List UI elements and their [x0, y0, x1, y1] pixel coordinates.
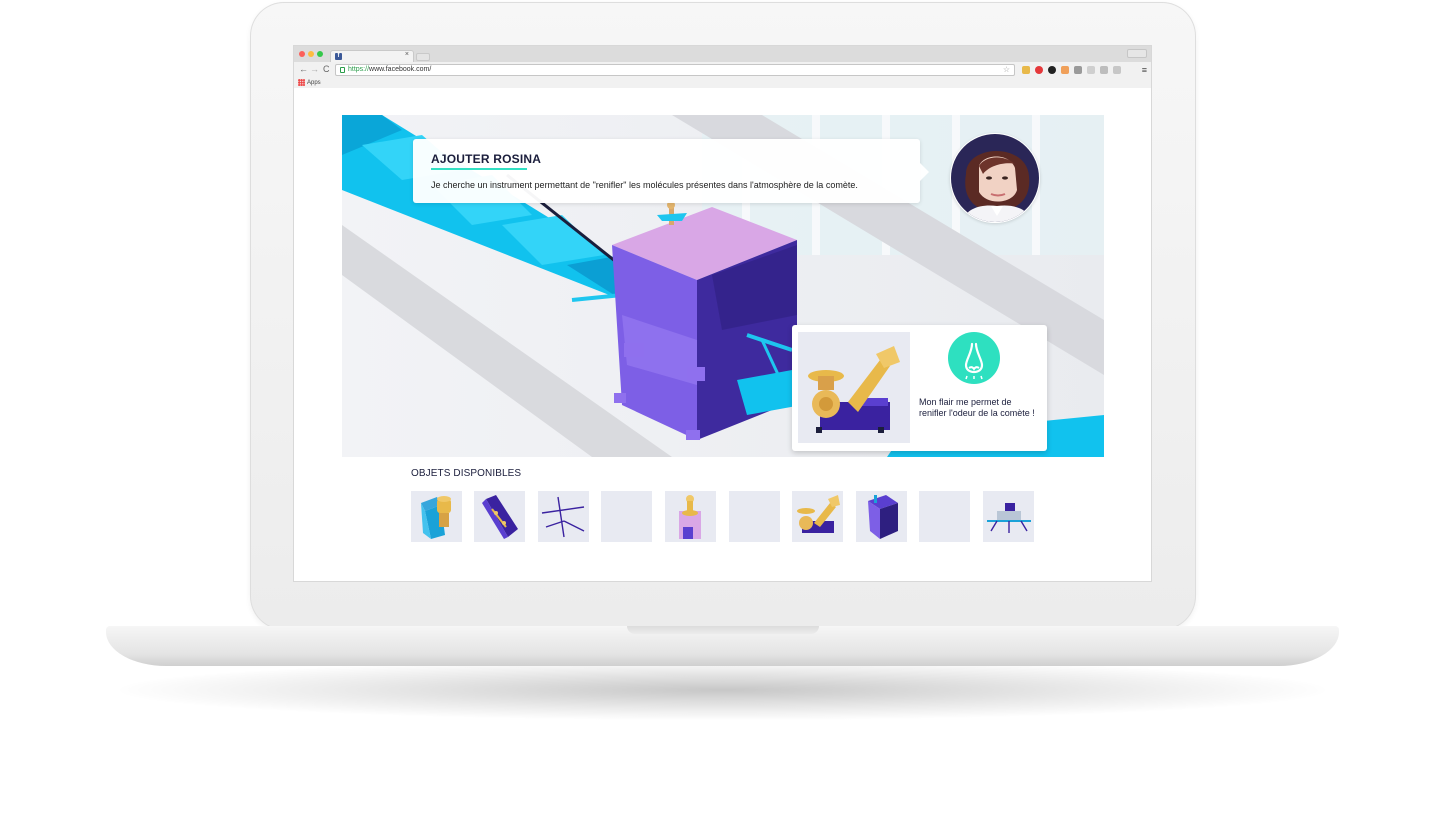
laptop-shadow [120, 660, 1325, 720]
apps-bookmark[interactable]: Apps [307, 78, 321, 88]
url-scheme: https:// [348, 66, 370, 73]
purple-box-icon [868, 495, 898, 539]
address-text: https://www.facebook.com/ [348, 65, 431, 75]
game-scene: AJOUTER ROSINA Je cherche un instrument … [342, 115, 1104, 457]
dialog-title: AJOUTER ROSINA [431, 152, 542, 166]
bookmarks-bar: Apps [294, 78, 1151, 88]
forward-button[interactable]: → [310, 64, 319, 75]
reload-button[interactable]: C [323, 64, 330, 75]
objects-tray [411, 491, 1034, 543]
menu-icon[interactable]: ≡ [1142, 65, 1147, 75]
facebook-favicon-icon: f [335, 53, 342, 60]
scientist-avatar [950, 133, 1040, 223]
gold-sensor-icon [797, 495, 840, 533]
antenna-icon [541, 496, 585, 538]
nose-icon [948, 332, 1000, 384]
laptop-notch [627, 626, 819, 634]
navigation-bar: ← → C https://www.facebook.com/ ☆ ≡ [294, 62, 1151, 78]
minimize-window-button[interactable] [308, 51, 314, 57]
instrument-info-card: Mon flair me permet de renifler l'odeur … [792, 325, 1047, 451]
object-slot-9[interactable] [919, 491, 970, 542]
object-slot-1[interactable] [411, 491, 462, 542]
pink-instrument-icon [679, 495, 701, 539]
tab-close-icon[interactable]: × [405, 51, 409, 58]
address-bar[interactable]: https://www.facebook.com/ ☆ [335, 64, 1015, 76]
tab-bar: f × [294, 46, 1151, 62]
lander-icon [987, 503, 1031, 533]
extension-icon[interactable] [1022, 66, 1030, 74]
new-tab-button[interactable] [416, 53, 430, 61]
browser-tab[interactable]: f × [330, 50, 414, 62]
maximize-window-button[interactable] [317, 51, 323, 57]
object-slot-5[interactable] [665, 491, 716, 542]
dialog-title-underline [431, 168, 527, 170]
instrument-thumbnail [798, 332, 910, 443]
object-slot-4[interactable] [601, 491, 652, 542]
object-slot-8[interactable] [856, 491, 907, 542]
object-slot-6[interactable] [729, 491, 780, 542]
rosina-instrument-icon [798, 332, 910, 443]
back-button[interactable]: ← [299, 64, 308, 75]
dialog-bubble: AJOUTER ROSINA Je cherche un instrument … [413, 139, 929, 203]
lock-icon [340, 67, 345, 73]
extension-settings-icon[interactable] [1113, 66, 1121, 74]
object-slot-7[interactable] [792, 491, 843, 542]
extension-orange-icon[interactable] [1061, 66, 1069, 74]
window-control-button[interactable] [1127, 49, 1147, 58]
bookmark-star-icon[interactable]: ☆ [1003, 65, 1010, 75]
object-slot-3[interactable] [538, 491, 589, 542]
purple-panel-icon [482, 495, 518, 539]
extension-dark-icon[interactable] [1048, 66, 1056, 74]
instrument-description: Mon flair me permet de renifler l'odeur … [919, 397, 1035, 418]
browser-chrome: f × ← → C https://www.facebook.com/ ☆ ≡ … [294, 46, 1151, 88]
cyan-instrument-icon [421, 496, 451, 539]
stage: f × ← → C https://www.facebook.com/ ☆ ≡ … [0, 0, 1445, 837]
apps-icon[interactable] [298, 79, 305, 86]
laptop-screen: f × ← → C https://www.facebook.com/ ☆ ≡ … [294, 46, 1151, 581]
url-host: www.facebook.com/ [369, 66, 432, 73]
scientist-portrait-icon [951, 134, 1039, 222]
extension-grey-icon[interactable] [1087, 66, 1095, 74]
extension-light-icon[interactable] [1100, 66, 1108, 74]
objects-title: OBJETS DISPONIBLES [411, 468, 522, 479]
shield-icon[interactable] [1074, 66, 1082, 74]
object-slot-10[interactable] [983, 491, 1034, 542]
opera-icon[interactable] [1035, 66, 1043, 74]
close-window-button[interactable] [299, 51, 305, 57]
dialog-text: Je cherche un instrument permettant de "… [431, 180, 858, 190]
object-slot-2[interactable] [474, 491, 525, 542]
